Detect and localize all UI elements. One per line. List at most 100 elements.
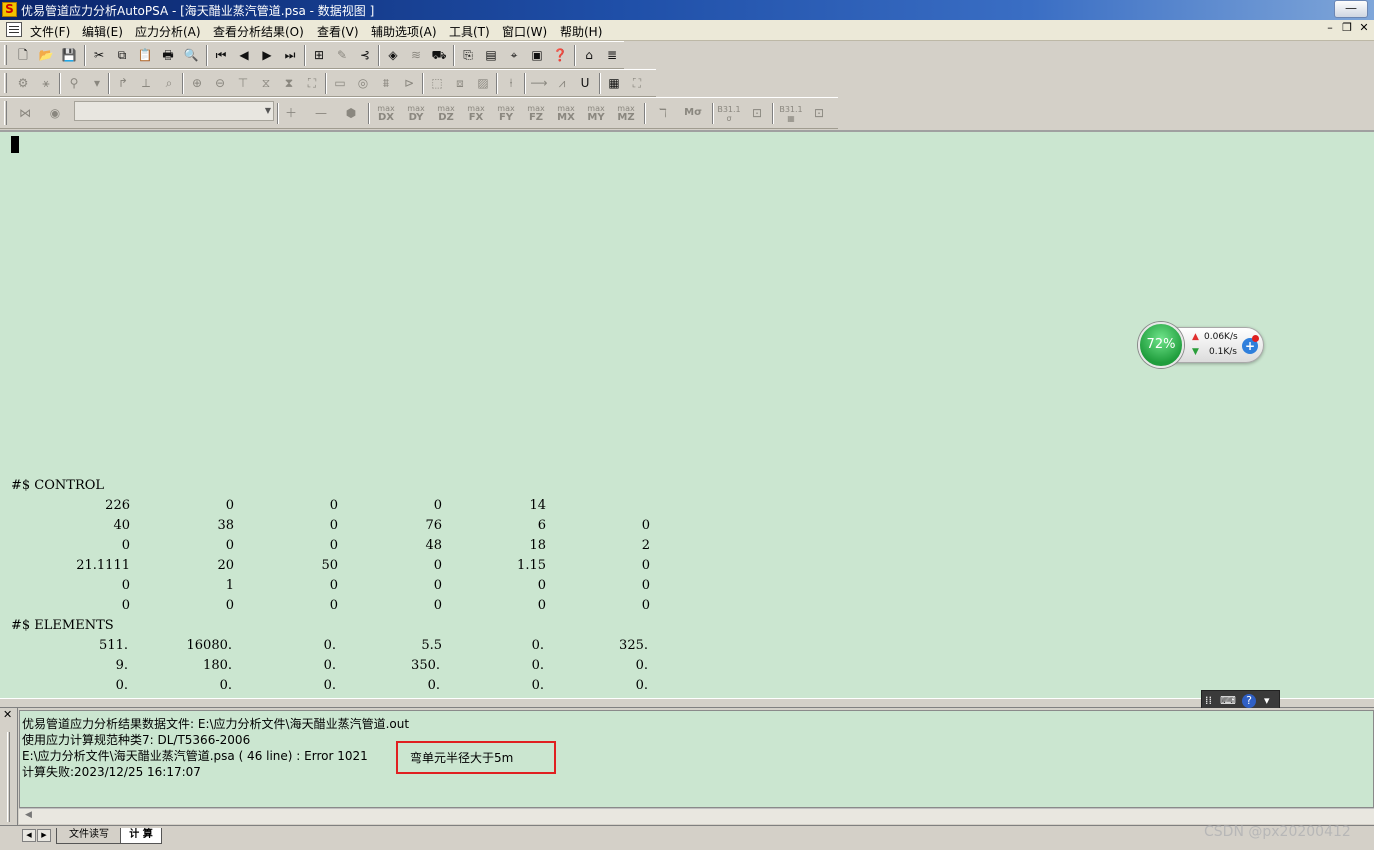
pipe-copy-icon[interactable]: ⧈ <box>449 73 471 93</box>
data-view-editor[interactable]: #$ CONTROL 226 0 0 0 14 40 38 0 76 6 0 0… <box>0 130 1374 698</box>
insert-node-icon[interactable]: ⊞ <box>308 45 330 65</box>
support-icon[interactable]: ⍿ <box>500 73 522 93</box>
wireframe-icon[interactable]: ≋ <box>405 45 427 65</box>
close-icon[interactable]: ✕ <box>3 708 12 721</box>
menu-edit[interactable]: 编辑(E) <box>82 23 123 40</box>
sigma-icon[interactable]: ℸ <box>652 103 674 123</box>
tab-calculate[interactable]: 计 算 <box>120 828 162 844</box>
keyboard-icon[interactable]: ⌨ <box>1220 694 1236 707</box>
help-icon[interactable]: ❓ <box>549 45 571 65</box>
table-view-icon[interactable]: ▤ <box>480 45 502 65</box>
m-sigma-button[interactable]: Mσ <box>680 103 706 123</box>
result-eye-icon[interactable]: ◉ <box>44 103 66 123</box>
restraint-icon[interactable]: ⚙ <box>12 73 34 93</box>
u-bend-icon[interactable]: U <box>574 73 596 93</box>
menu-view[interactable]: 查看(V) <box>317 23 359 40</box>
menu-aux-options[interactable]: 辅助选项(A) <box>371 23 437 40</box>
tab-scroll-left-icon[interactable]: ◀ <box>22 829 36 842</box>
copy-view-icon[interactable]: ⎘ <box>457 45 479 65</box>
max-fx-button[interactable]: max FX <box>465 104 487 124</box>
memory-usage-ball[interactable]: 72% <box>1138 322 1184 368</box>
b311-dropdown-icon[interactable]: ⊡ <box>746 103 768 123</box>
gauge-icon[interactable]: ◎ <box>352 73 374 93</box>
material-icon[interactable]: ▨ <box>472 73 494 93</box>
max-dx-button[interactable]: max DX <box>375 104 397 124</box>
hanger-dropdown-icon[interactable]: ▾ <box>86 73 108 93</box>
mdi-close-button[interactable]: ✕ <box>1356 21 1372 36</box>
search-node-icon[interactable]: ⌕ <box>158 73 180 93</box>
rigid-element-icon[interactable]: ▭ <box>329 73 351 93</box>
output-file-icon[interactable]: ≣ <box>601 45 623 65</box>
report-icon[interactable]: ▣ <box>526 45 548 65</box>
minimize-button[interactable]: — <box>1334 0 1368 18</box>
scroll-left-icon[interactable]: ◀ <box>25 810 32 820</box>
nozzle-icon[interactable]: ⧗ <box>278 73 300 93</box>
menu-file[interactable]: 文件(F) <box>30 23 70 40</box>
print-icon[interactable]: 🖶 <box>157 45 179 65</box>
mdi-minimize-button[interactable]: – <box>1322 21 1338 36</box>
flange-icon[interactable]: ⊕ <box>186 73 208 93</box>
document-icon[interactable] <box>6 22 22 37</box>
menu-view-results[interactable]: 查看分析结果(O) <box>213 23 304 40</box>
app-logo-icon[interactable]: S <box>2 2 17 17</box>
max-dz-button[interactable]: max DZ <box>435 104 457 124</box>
node-select-icon[interactable]: ⋈ <box>14 103 36 123</box>
menu-stress-analysis[interactable]: 应力分析(A) <box>135 23 201 40</box>
max-fy-button[interactable]: max FY <box>495 104 517 124</box>
copy-icon[interactable]: ⧉ <box>111 45 133 65</box>
save-icon[interactable]: 💾 <box>58 45 80 65</box>
first-record-icon[interactable]: ⏮ <box>210 45 232 65</box>
run-analysis-icon[interactable]: ⛟ <box>428 45 450 65</box>
bend-icon[interactable]: ↱ <box>112 73 134 93</box>
b311-grid-dropdown-icon[interactable]: ⊡ <box>808 103 830 123</box>
slope-icon[interactable]: ⩘ <box>551 73 573 93</box>
fit-view-icon[interactable]: ⛶ <box>626 73 648 93</box>
menu-window[interactable]: 窗口(W) <box>502 23 547 40</box>
b311-stress-button[interactable]: B31.1 σ <box>716 105 742 125</box>
max-fz-button[interactable]: max FZ <box>525 104 547 124</box>
grid-icon[interactable]: ▦ <box>603 73 625 93</box>
open-folder-icon[interactable]: 📂 <box>35 45 57 65</box>
split-element-icon[interactable]: ⊰ <box>354 45 376 65</box>
tab-scroll-right-icon[interactable]: ▶ <box>37 829 51 842</box>
b311-grid-button[interactable]: B31.1 ▦ <box>778 105 804 125</box>
bellows-icon[interactable]: ⩩ <box>375 73 397 93</box>
graph-view-icon[interactable]: ⌖ <box>503 45 525 65</box>
new-file-icon[interactable]: 🗋 <box>12 45 34 65</box>
mdi-restore-button[interactable]: ❐ <box>1339 21 1355 36</box>
paste-icon[interactable]: 📋 <box>134 45 156 65</box>
max-dy-button[interactable]: max DY <box>405 104 427 124</box>
output-log[interactable]: 优易管道应力分析结果数据文件: E:\应力分析文件\海天醋业蒸汽管道.out 使… <box>19 710 1374 808</box>
load-case-select[interactable]: ▼ <box>74 101 274 121</box>
pane-splitter[interactable] <box>0 698 1374 708</box>
pipe-segment-icon[interactable]: ⬚ <box>426 73 448 93</box>
cone-icon[interactable]: ⊳ <box>398 73 420 93</box>
previous-record-icon[interactable]: ◀ <box>233 45 255 65</box>
stop-icon[interactable]: ⬢ <box>340 103 362 123</box>
print-preview-icon[interactable]: 🔍 <box>180 45 202 65</box>
last-record-icon[interactable]: ⏭ <box>279 45 301 65</box>
help-circle-icon[interactable]: ? <box>1242 694 1256 708</box>
reducer-icon[interactable]: ⊤ <box>232 73 254 93</box>
edit-node-icon[interactable]: ✎ <box>331 45 353 65</box>
panel-grip[interactable] <box>7 732 10 822</box>
tab-file-io[interactable]: 文件读写 <box>56 828 122 844</box>
expansion-joint-icon[interactable]: ⧖ <box>255 73 277 93</box>
network-speed-widget[interactable]: 72% ▲ 0.06K/s ▼ 0.1K/s + <box>1138 322 1266 368</box>
max-mz-button[interactable]: max MZ <box>615 104 637 124</box>
model-3d-icon[interactable]: ◈ <box>382 45 404 65</box>
chevron-down-icon[interactable]: ▾ <box>1264 694 1270 707</box>
anchor-icon[interactable]: ⛶ <box>301 73 323 93</box>
plus-icon[interactable]: ＋ <box>280 103 302 123</box>
cut-icon[interactable]: ✂ <box>88 45 110 65</box>
arrow-right-icon[interactable]: ⟶ <box>528 73 550 93</box>
horizontal-scrollbar[interactable]: ◀ <box>19 808 1374 824</box>
max-mx-button[interactable]: max MX <box>555 104 577 124</box>
menu-tools[interactable]: 工具(T) <box>449 23 490 40</box>
valve-icon[interactable]: ⊖ <box>209 73 231 93</box>
tee-icon[interactable]: ⟂ <box>135 73 157 93</box>
spring-icon[interactable]: ⚹ <box>35 73 57 93</box>
home-icon[interactable]: ⌂ <box>578 45 600 65</box>
max-my-button[interactable]: max MY <box>585 104 607 124</box>
minus-icon[interactable]: — <box>310 103 332 123</box>
